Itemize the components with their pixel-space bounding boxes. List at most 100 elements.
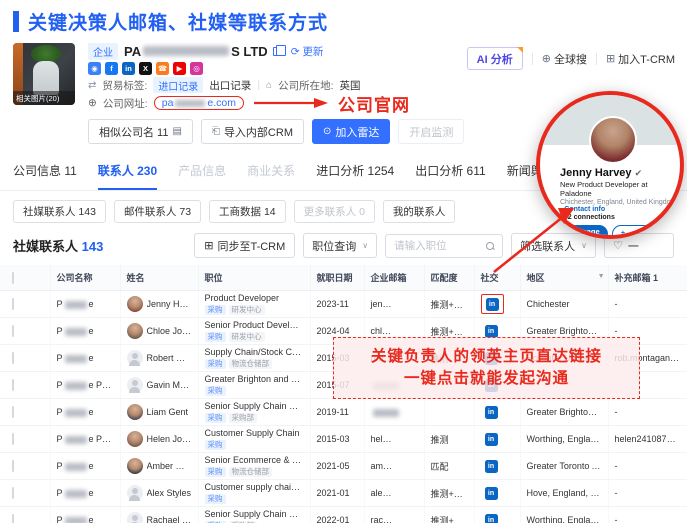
- row-checkbox[interactable]: [12, 433, 14, 445]
- contact-person: Amber Whitty: [127, 458, 192, 474]
- join-radar-button[interactable]: ⊙加入雷达: [312, 119, 390, 144]
- import-records-tag[interactable]: 进口记录: [153, 77, 203, 93]
- contact-name[interactable]: Chloe Jones: [147, 326, 192, 336]
- row-checkbox[interactable]: [12, 325, 14, 337]
- tab-商业关系[interactable]: 商业关系: [247, 162, 295, 190]
- contact-person: Robert Monta...: [127, 350, 192, 366]
- cell-company: Pe: [50, 480, 120, 507]
- avatar: [127, 404, 143, 420]
- similar-company-names-label: 相似公司名 11: [99, 124, 168, 140]
- row-checkbox[interactable]: [12, 379, 14, 391]
- cell-checkbox: [0, 480, 50, 507]
- pill-社媒联系人[interactable]: 社媒联系人 143: [13, 200, 106, 223]
- x-twitter-icon[interactable]: X: [139, 62, 152, 75]
- table-row: PeAlex StylesCustomer supply chain coord…: [0, 480, 687, 507]
- youtube-icon[interactable]: ▶: [173, 62, 186, 75]
- pill-邮件联系人[interactable]: 邮件联系人 73: [114, 200, 201, 223]
- linkedin-icon[interactable]: in: [485, 487, 498, 500]
- cell-checkbox: [0, 507, 50, 523]
- dept-tag: 采购: [205, 413, 226, 423]
- cell-position: Senior Ecommerce & Supply Cha...采购物流仓储部: [198, 453, 310, 480]
- company-blur: [65, 463, 87, 471]
- dept-tag: 采购: [205, 359, 226, 369]
- linkedin-icon[interactable]: in: [485, 460, 498, 473]
- cell-company: Pe: [50, 318, 120, 345]
- filter-contacts-select[interactable]: 筛选联系人∨: [511, 233, 596, 258]
- divider: |: [257, 79, 260, 91]
- facebook-icon[interactable]: f: [105, 62, 118, 75]
- globe-icon: ⊕: [88, 97, 97, 109]
- cell-position: Customer Supply Chain采购: [198, 426, 310, 453]
- thumbnail-decor-robot: [33, 61, 59, 95]
- annotation-line-1: 关键负责人的领英主页直达链接: [371, 346, 602, 368]
- global-search-button[interactable]: ⊕全球搜: [542, 51, 587, 67]
- contact-name[interactable]: Rachael Kelly: [147, 515, 192, 523]
- divider: [532, 53, 533, 65]
- website-url[interactable]: pae.com: [162, 97, 236, 109]
- ai-analysis-button[interactable]: AI 分析: [467, 47, 523, 70]
- tab-公司信息[interactable]: 公司信息 11: [13, 162, 77, 190]
- website-url-highlight-box: pae.com: [154, 96, 244, 110]
- linkedin-name: Jenny Harvey ✔: [560, 167, 680, 179]
- contact-name[interactable]: Gavin Meeks: [147, 380, 192, 390]
- annotation-line-2: 一键点击就能发起沟通: [404, 368, 569, 390]
- export-records-tag[interactable]: 出口记录: [209, 78, 251, 93]
- select-all-checkbox[interactable]: [12, 272, 14, 284]
- phone-icon[interactable]: ☎: [156, 62, 169, 75]
- position-query-select[interactable]: 职位查询∨: [303, 233, 377, 258]
- row-checkbox[interactable]: [12, 298, 14, 310]
- tab-产品信息[interactable]: 产品信息: [178, 162, 226, 190]
- contact-name[interactable]: Amber Whitty: [147, 461, 192, 471]
- tab-进口分析[interactable]: 进口分析 1254: [316, 162, 394, 190]
- linkedin-icon[interactable]: in: [122, 62, 135, 75]
- email-blur: [385, 463, 411, 471]
- contact-name[interactable]: Liam Gent: [147, 407, 189, 417]
- divider: [596, 53, 597, 65]
- company-photo-thumbnail[interactable]: 相关图片(20): [13, 43, 75, 105]
- instagram-icon[interactable]: ◎: [190, 62, 203, 75]
- cell-start-date: 2022-01: [310, 507, 364, 523]
- job-title: Greater Brighton and Hove Area: [205, 374, 304, 385]
- position-search-input[interactable]: 请输入职位: [385, 234, 503, 258]
- row-checkbox[interactable]: [12, 352, 14, 364]
- contact-name[interactable]: Helen Johnstone: [147, 434, 192, 444]
- join-tcrm-icon: ⊞: [606, 52, 615, 65]
- website-callout-arrow: [252, 97, 330, 109]
- linkedin-icon[interactable]: in: [485, 433, 498, 446]
- dept-tag: 采购: [205, 332, 226, 342]
- refresh-button[interactable]: ⟳ 更新: [291, 44, 324, 59]
- contact-name[interactable]: Alex Styles: [147, 488, 192, 498]
- pill-工商数据[interactable]: 工商数据 14: [209, 200, 286, 223]
- job-title: Customer Supply Chain: [205, 428, 304, 439]
- similar-company-names-button[interactable]: 相似公司名 11▤: [88, 119, 193, 144]
- linkedin-icon-wrap: in: [481, 430, 502, 448]
- avatar: [127, 350, 143, 366]
- location-label: 公司所在地:: [278, 78, 333, 93]
- row-checkbox[interactable]: [12, 487, 14, 499]
- filter-funnel-icon[interactable]: ▼: [598, 273, 605, 280]
- dept-tag: 研发中心: [229, 305, 265, 315]
- import-internal-crm-button[interactable]: ⎗导入内部CRM: [201, 119, 304, 144]
- row-checkbox[interactable]: [12, 406, 14, 418]
- copy-icon[interactable]: [273, 47, 281, 56]
- tab-出口分析[interactable]: 出口分析 611: [415, 162, 485, 190]
- join-tcrm-button[interactable]: ⊞加入T-CRM: [606, 51, 675, 67]
- contact-name[interactable]: Robert Monta...: [147, 353, 192, 363]
- contact-info-link[interactable]: Contact info: [564, 206, 605, 213]
- linkedin-icon[interactable]: in: [485, 325, 498, 338]
- join-radar-label: 加入雷达: [335, 124, 379, 140]
- job-title: Senior Ecommerce & Supply Cha...: [205, 455, 304, 466]
- tab-联系人[interactable]: 联系人 230: [98, 162, 157, 190]
- contact-name[interactable]: Jenny Harvey: [147, 299, 192, 309]
- row-checkbox[interactable]: [12, 460, 14, 472]
- linkedin-icon[interactable]: in: [485, 514, 498, 523]
- cell-region: Greater Toronto Area: [520, 453, 608, 480]
- linkedin-icon[interactable]: in: [485, 406, 498, 419]
- cell-region: Greater Brighton a...: [520, 399, 608, 426]
- sync-to-tcrm-button[interactable]: ⊞同步至T-CRM: [194, 233, 295, 258]
- linkedin-icon[interactable]: in: [486, 298, 499, 311]
- website-icon[interactable]: ◉: [88, 62, 101, 75]
- heart-icon: ♡: [613, 239, 623, 252]
- pill-我的联系人[interactable]: 我的联系人: [383, 200, 456, 223]
- row-checkbox[interactable]: [12, 514, 14, 523]
